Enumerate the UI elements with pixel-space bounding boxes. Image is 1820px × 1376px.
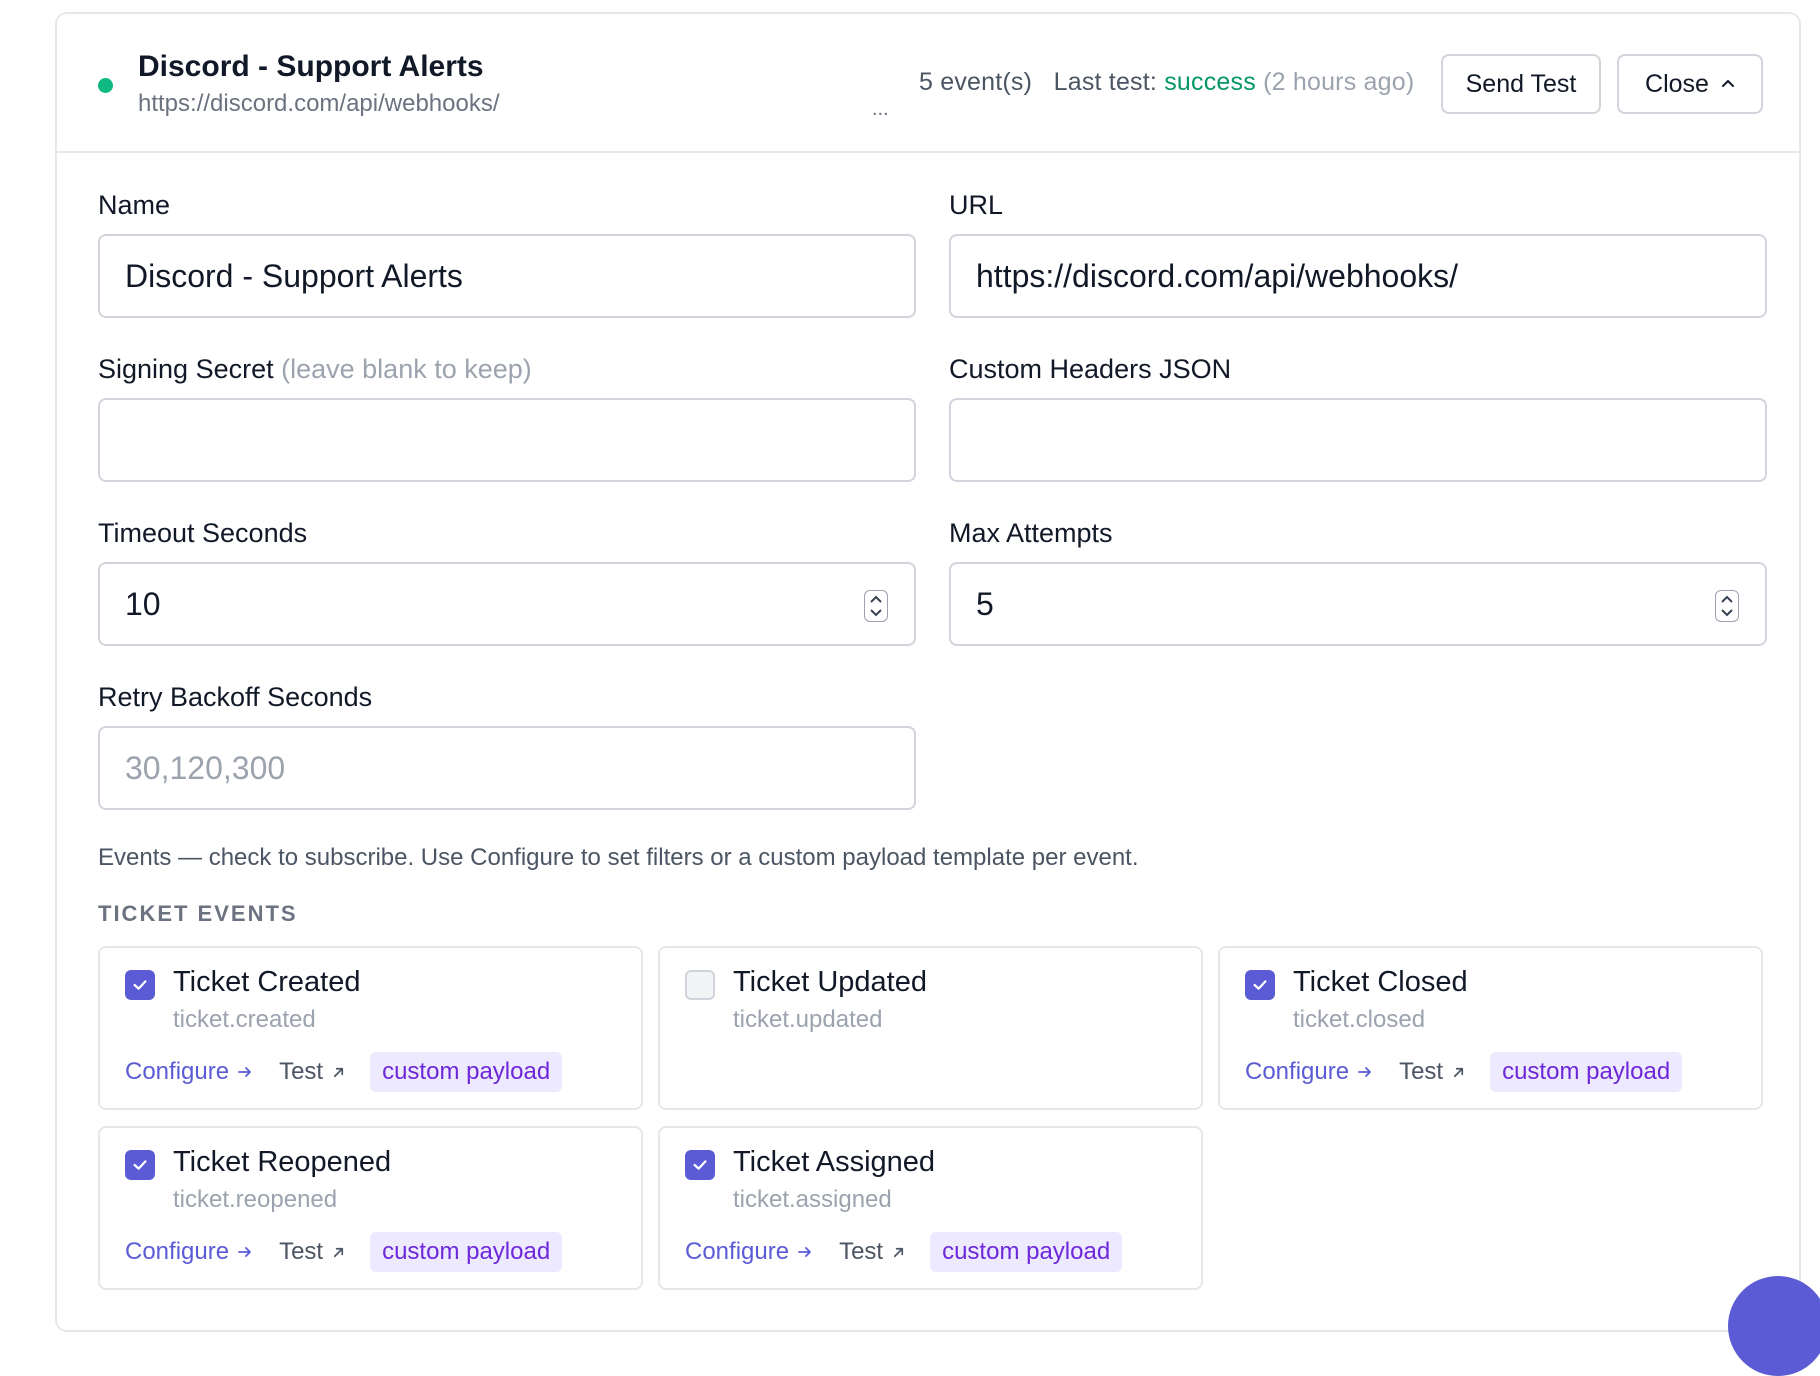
event-actions: Configure Test custom payload	[125, 1232, 563, 1272]
test-label: Test	[279, 1238, 324, 1265]
test-link[interactable]: Test	[839, 1238, 906, 1266]
status-dot-icon	[98, 78, 113, 93]
name-label: Name	[98, 190, 171, 220]
event-actions: Configure Test custom payload	[1245, 1052, 1683, 1092]
webhook-url: https://discord.com/api/webhooks/	[138, 90, 500, 117]
custom-payload-badge: custom payload	[370, 1232, 563, 1272]
configure-link[interactable]: Configure	[125, 1058, 253, 1086]
send-test-label: Send Test	[1465, 69, 1577, 98]
event-card-ticket-assigned: Ticket Assigned ticket.assigned Configur…	[658, 1126, 1203, 1290]
last-test-ago: (2 hours ago)	[1263, 68, 1415, 96]
configure-label: Configure	[685, 1238, 790, 1265]
event-title: Ticket Reopened	[173, 1146, 392, 1178]
arrow-right-icon	[238, 1247, 251, 1257]
configure-link[interactable]: Configure	[685, 1238, 813, 1266]
url-input[interactable]: https://discord.com/api/webhooks/	[949, 234, 1767, 318]
event-card-ticket-created: Ticket Created ticket.created Configure …	[98, 946, 643, 1110]
retry-backoff-input[interactable]: 30,120,300	[98, 726, 916, 810]
configure-link[interactable]: Configure	[125, 1238, 253, 1266]
custom-payload-badge: custom payload	[930, 1232, 1123, 1272]
event-title: Ticket Created	[173, 966, 361, 998]
event-title: Ticket Assigned	[733, 1146, 936, 1178]
last-test-status: success	[1164, 68, 1256, 96]
timeout-spinner-icon[interactable]	[864, 590, 888, 622]
signing-secret-hint: (leave blank to keep)	[281, 354, 532, 384]
test-label: Test	[1399, 1058, 1444, 1085]
configure-link[interactable]: Configure	[1245, 1058, 1373, 1086]
name-input[interactable]: Discord - Support Alerts	[98, 234, 916, 318]
event-card-ticket-reopened: Ticket Reopened ticket.reopened Configur…	[98, 1126, 643, 1290]
event-key: ticket.updated	[733, 1006, 883, 1033]
max-attempts-value: 5	[976, 585, 994, 622]
signing-secret-text: Signing Secret	[98, 354, 274, 384]
timeout-value: 10	[125, 585, 161, 622]
chevron-up-icon	[1721, 80, 1734, 87]
url-ellipsis: ...	[872, 98, 889, 120]
event-title: Ticket Closed	[1293, 966, 1468, 998]
test-label: Test	[279, 1058, 324, 1085]
event-key: ticket.reopened	[173, 1186, 338, 1213]
chat-launcher-button[interactable]	[1728, 1276, 1820, 1376]
event-key: ticket.assigned	[733, 1186, 892, 1213]
arrow-right-icon	[238, 1067, 251, 1077]
arrow-up-right-icon	[333, 1247, 344, 1257]
configure-label: Configure	[125, 1238, 230, 1265]
event-actions: Configure Test custom payload	[685, 1232, 1123, 1272]
checkbox-icon[interactable]	[685, 1150, 715, 1180]
last-test-label: Last test:	[1053, 68, 1158, 96]
max-attempts-input[interactable]: 5	[949, 562, 1767, 646]
events-intro: Events — check to subscribe. Use Configu…	[98, 844, 1139, 871]
configure-label: Configure	[125, 1058, 230, 1085]
event-title: Ticket Updated	[733, 966, 927, 998]
arrow-right-icon	[1358, 1067, 1371, 1077]
custom-headers-input[interactable]	[949, 398, 1767, 482]
timeout-input[interactable]: 10	[98, 562, 916, 646]
arrow-up-right-icon	[1453, 1067, 1464, 1077]
event-key: ticket.closed	[1293, 1006, 1426, 1033]
signing-secret-label: Signing Secret (leave blank to keep)	[98, 354, 532, 385]
event-key: ticket.created	[173, 1006, 316, 1033]
arrow-up-right-icon	[893, 1247, 904, 1257]
event-actions: Configure Test custom payload	[125, 1052, 563, 1092]
webhook-header: Discord - Support Alerts https://discord…	[57, 14, 1799, 153]
configure-label: Configure	[1245, 1058, 1350, 1085]
custom-payload-badge: custom payload	[370, 1052, 563, 1092]
arrow-up-right-icon	[333, 1067, 344, 1077]
close-button[interactable]: Close	[1617, 54, 1763, 114]
checkbox-icon[interactable]	[685, 970, 715, 1000]
retry-backoff-label: Retry Backoff Seconds	[98, 682, 373, 712]
events-count: 5 event(s)	[919, 68, 1033, 96]
checkbox-icon[interactable]	[1245, 970, 1275, 1000]
test-label: Test	[839, 1238, 884, 1265]
custom-payload-badge: custom payload	[1490, 1052, 1683, 1092]
send-test-button[interactable]: Send Test	[1441, 54, 1601, 114]
webhook-name: Discord - Support Alerts	[138, 50, 484, 83]
close-label: Close	[1645, 69, 1709, 98]
event-card-ticket-updated: Ticket Updated ticket.updated	[658, 946, 1203, 1110]
url-label: URL	[949, 190, 1004, 220]
event-card-ticket-closed: Ticket Closed ticket.closed Configure Te…	[1218, 946, 1763, 1110]
signing-secret-input[interactable]	[98, 398, 916, 482]
test-link[interactable]: Test	[1399, 1058, 1466, 1086]
attempts-spinner-icon[interactable]	[1715, 590, 1739, 622]
test-link[interactable]: Test	[279, 1238, 346, 1266]
webhook-meta: 5 event(s) Last test: success (2 hours a…	[919, 68, 1414, 97]
custom-headers-label: Custom Headers JSON	[949, 354, 1232, 384]
max-attempts-label: Max Attempts	[949, 518, 1113, 548]
webhook-card: Discord - Support Alerts https://discord…	[55, 12, 1801, 1332]
checkbox-icon[interactable]	[125, 970, 155, 1000]
ticket-events-heading: TICKET EVENTS	[98, 901, 298, 926]
timeout-label: Timeout Seconds	[98, 518, 308, 548]
checkbox-icon[interactable]	[125, 1150, 155, 1180]
arrow-right-icon	[798, 1247, 811, 1257]
test-link[interactable]: Test	[279, 1058, 346, 1086]
